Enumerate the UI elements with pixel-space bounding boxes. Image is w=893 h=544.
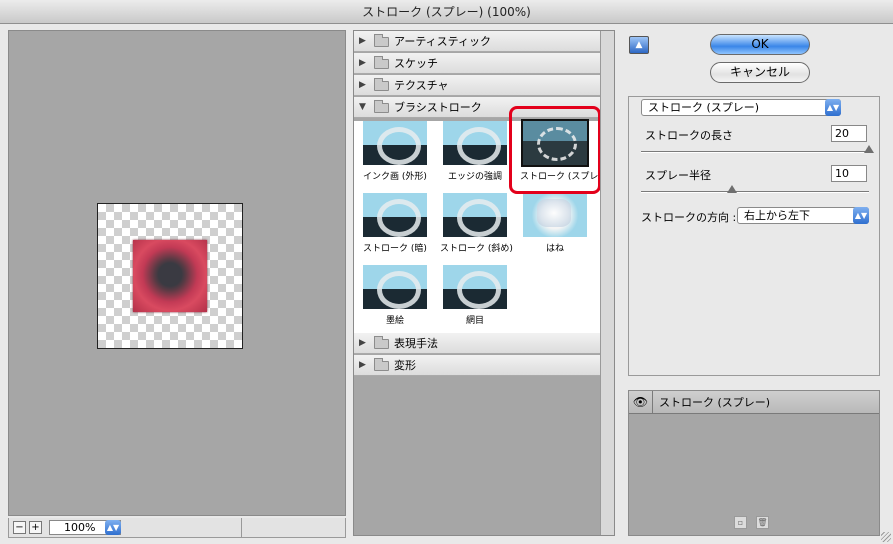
folder-icon (374, 358, 389, 371)
filter-select[interactable]: ストローク (スプレー) ▲▼ (641, 99, 841, 116)
divider (241, 518, 242, 537)
thumbnail-image (443, 193, 507, 237)
zoom-out-button[interactable]: − (13, 521, 26, 534)
category-sketch[interactable]: ▶ スケッチ (354, 53, 601, 74)
category-texture[interactable]: ▶ テクスチャ (354, 75, 601, 96)
triangle-down-icon: ▼ (359, 102, 366, 112)
category-distort[interactable]: ▶ 変形 (354, 355, 601, 376)
zoom-bar: − + 100% ▲▼ (8, 518, 346, 538)
stroke-length-slider[interactable] (641, 151, 869, 153)
selection-highlight (509, 106, 601, 194)
gallery-empty-area (354, 383, 601, 535)
thumbnail-image (363, 193, 427, 237)
chevron-updown-icon: ▲▼ (105, 520, 121, 535)
filter-parameters-panel: ストローク (スプレー) ▲▼ ストロークの長さ 20 スプレー半径 10 スト… (628, 96, 880, 376)
thumbnail-item[interactable]: 墨絵 (360, 265, 430, 326)
stroke-direction-value: 右上から左下 (744, 209, 810, 222)
folder-icon (374, 56, 389, 69)
thumbnail-image (443, 265, 507, 309)
folder-icon (374, 78, 389, 91)
chevron-updown-icon: ▲▼ (825, 99, 841, 116)
triangle-right-icon: ▶ (359, 36, 366, 46)
trash-icon[interactable]: 🗑 (756, 516, 769, 529)
thumbnail-item[interactable]: 網目 (440, 265, 510, 326)
collapse-gallery-button[interactable]: ▲ (629, 36, 649, 54)
stroke-length-field[interactable]: 20 (831, 125, 867, 142)
thumbnail-item[interactable]: はね (520, 193, 590, 254)
thumbnail-image (363, 265, 427, 309)
gallery-scrollbar[interactable] (600, 31, 614, 535)
category-stylize[interactable]: ▶ 表現手法 (354, 333, 601, 354)
triangle-right-icon: ▶ (359, 338, 366, 348)
stroke-length-slider-knob[interactable] (864, 145, 874, 153)
category-artistic[interactable]: ▶ アーティスティック (354, 31, 601, 52)
triangle-right-icon: ▶ (359, 360, 366, 370)
chevron-updown-icon: ▲▼ (853, 207, 869, 224)
triangle-up-icon: ▲ (635, 40, 643, 50)
spray-radius-field[interactable]: 10 (831, 165, 867, 182)
preview-image (133, 240, 207, 312)
folder-icon (374, 336, 389, 349)
thumbnail-image (443, 121, 507, 165)
new-effect-layer-icon[interactable]: ▫ (734, 516, 747, 529)
filter-gallery-dialog: − + 100% ▲▼ ▶ アーティスティック ▶ スケッチ ▶ テクスチャ ▼… (0, 24, 893, 544)
triangle-right-icon: ▶ (359, 58, 366, 68)
effect-layer-row[interactable]: 👁 ストローク (スプレー) (629, 391, 879, 414)
folder-icon (374, 34, 389, 47)
thumbnail-item[interactable]: エッジの強調 (440, 121, 510, 182)
thumbnail-item[interactable]: ストローク (暗) (360, 193, 430, 254)
stroke-length-label: ストロークの長さ (645, 129, 733, 142)
eye-icon[interactable]: 👁 (629, 391, 653, 414)
filter-select-value: ストローク (スプレー) (648, 101, 760, 114)
folder-open-icon (374, 100, 389, 113)
stroke-direction-label: ストロークの方向 : (641, 211, 737, 224)
zoom-select[interactable]: 100% ▲▼ (49, 520, 121, 535)
thumbnail-item[interactable]: インク画 (外形) (360, 121, 430, 182)
zoom-value: 100% (64, 521, 96, 534)
ok-button[interactable]: OK (710, 34, 810, 55)
thumbnail-item[interactable]: ストローク (斜め) (440, 193, 513, 254)
thumbnail-image (523, 193, 587, 237)
stroke-direction-select[interactable]: 右上から左下 ▲▼ (737, 207, 869, 224)
thumbnail-image (363, 121, 427, 165)
filter-gallery: ▶ アーティスティック ▶ スケッチ ▶ テクスチャ ▼ ブラシストローク イン… (353, 30, 615, 536)
effect-layers-panel: 👁 ストローク (スプレー) (628, 390, 880, 536)
preview-pane[interactable] (8, 30, 346, 516)
spray-radius-slider[interactable] (641, 191, 869, 193)
triangle-right-icon: ▶ (359, 80, 366, 90)
spray-radius-slider-knob[interactable] (727, 185, 738, 193)
preview-document (97, 203, 243, 349)
cancel-button[interactable]: キャンセル (710, 62, 810, 83)
spray-radius-label: スプレー半径 (645, 169, 711, 182)
effect-layer-name: ストローク (スプレー) (659, 396, 771, 409)
resize-grip-icon[interactable] (881, 532, 891, 542)
window-title: ストローク (スプレー) (100%) (0, 0, 893, 24)
zoom-in-button[interactable]: + (29, 521, 42, 534)
